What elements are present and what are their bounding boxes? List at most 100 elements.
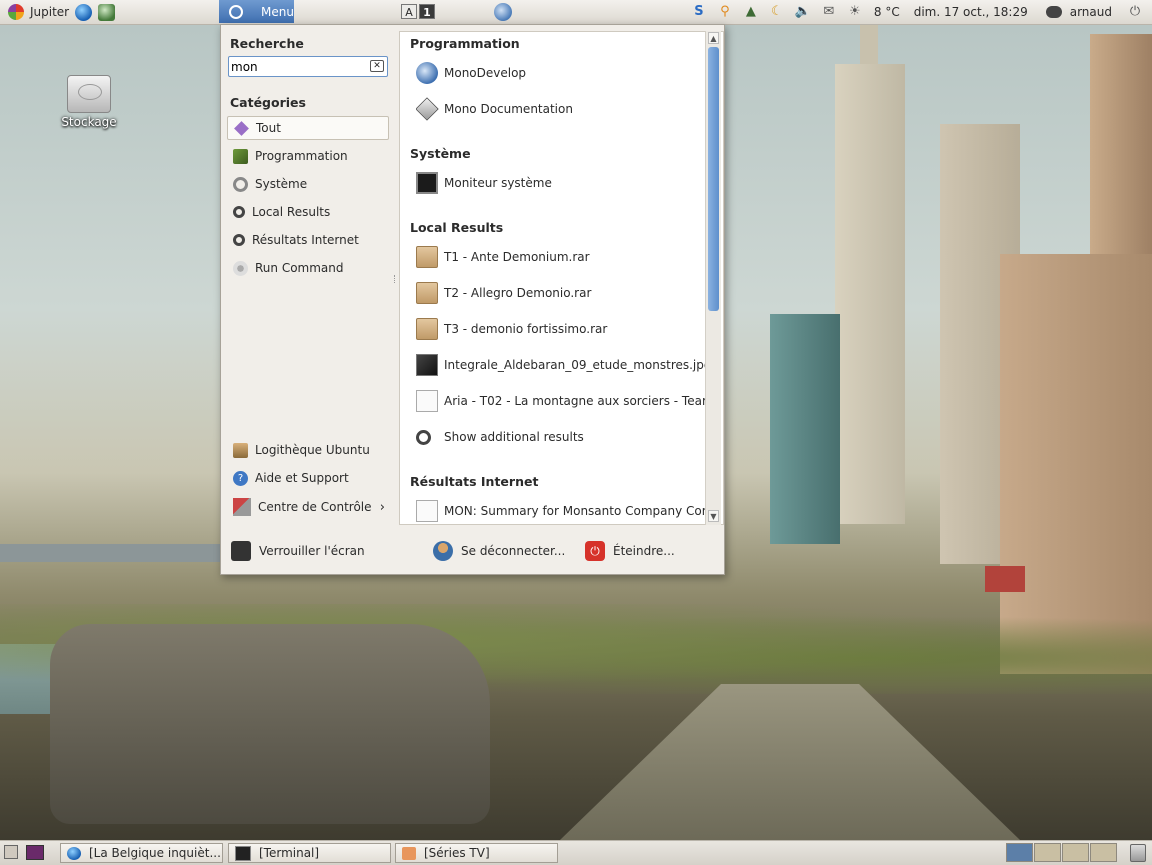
result-system-monitor[interactable]: Moniteur système [416,170,708,196]
session-power-icon[interactable]: ⏻ [1126,3,1144,21]
taskbar-item-folder[interactable]: [Séries TV] [395,843,558,863]
menu-sidebar: Recherche ✕ Catégories Tout Programmatio… [221,25,396,525]
result-label: MON: Summary for Monsanto Company Commo [444,504,708,518]
category-label: Programmation [255,149,348,163]
lock-screen-button[interactable]: Verrouiller l'écran [231,538,365,564]
scroll-up-icon[interactable]: ▲ [708,32,719,44]
web-browser-launcher-icon[interactable] [75,3,93,21]
search-field[interactable]: ✕ [228,56,388,77]
desktop-icon-label: Stockage [61,115,117,129]
pager-workspace[interactable] [1006,843,1033,862]
system-icon [233,176,248,192]
taskbar-item-label: [Terminal] [259,846,320,860]
main-menu-popup: Recherche ✕ Catégories Tout Programmatio… [220,24,725,575]
category-programming[interactable]: Programmation [227,144,389,168]
category-internet-results[interactable]: Résultats Internet [227,228,389,252]
search-title: Recherche [230,36,304,51]
desktop-icon-storage[interactable]: Stockage [58,75,120,129]
main-menu-button[interactable]: Menu [219,0,294,23]
category-system[interactable]: Système [227,172,389,196]
mail-icon[interactable]: ✉ [820,3,838,21]
hard-drive-icon [67,75,111,113]
wallpaper-tower [835,64,905,524]
weather-sun-icon[interactable]: ☀ [846,3,864,21]
category-label: Résultats Internet [252,233,359,247]
category-label: Local Results [252,205,331,219]
search-results-list: Programmation MonoDevelop Mono Documenta… [399,31,724,525]
clear-search-icon[interactable]: ✕ [370,60,384,72]
shutdown-button[interactable]: ⏻ Éteindre... [585,538,675,564]
trash-icon[interactable] [1130,844,1146,862]
result-local-file[interactable]: Aria - T02 - La montagne aux sorciers - … [416,388,708,414]
scroll-down-icon[interactable]: ▼ [708,510,719,522]
run-command-icon [233,260,248,276]
chat-status-icon[interactable] [1045,6,1062,18]
monodevelop-launcher-icon[interactable] [494,3,512,21]
browser-icon [67,846,81,860]
distro-logo-icon[interactable] [8,4,24,20]
workspace-switcher-item[interactable]: A [401,4,417,19]
result-label: T1 - Ante Demonium.rar [444,250,590,264]
moon-tray-icon[interactable]: ☾ [768,3,786,21]
result-local-file[interactable]: Integrale_Aldebaran_09_etude_monstres.jp… [416,352,708,378]
tree-tray-icon[interactable]: ▲ [742,3,760,21]
search-tray-icon[interactable]: ⚲ [716,3,734,21]
web-page-icon [416,500,438,522]
software-center-icon [233,442,248,458]
user-name[interactable]: arnaud [1070,5,1112,19]
wallpaper-glass-building [770,314,840,544]
place-help-support[interactable]: ? Aide et Support [227,466,389,490]
result-mono-documentation[interactable]: Mono Documentation [416,96,708,122]
category-run-command[interactable]: Run Command [227,256,389,280]
results-scrollbar[interactable]: ▲ ▼ [705,31,721,525]
archive-icon [416,246,438,268]
pager-workspace[interactable] [1090,843,1117,862]
taskbar-item-terminal[interactable]: [Terminal] [228,843,391,863]
result-local-file[interactable]: T3 - demonio fortissimo.rar [416,316,708,342]
category-local-results[interactable]: Local Results [227,200,389,224]
category-all[interactable]: Tout [227,116,389,140]
logout-button[interactable]: Se déconnecter... [433,538,565,564]
network-launcher-icon[interactable] [98,3,116,21]
clock[interactable]: dim. 17 oct., 18:29 [914,5,1028,19]
programming-icon [233,148,248,164]
wallpaper-bridge [0,544,225,562]
workspace-name[interactable]: Jupiter [30,5,69,19]
pager-workspace[interactable] [1034,843,1061,862]
weather-temperature[interactable]: 8 °C [874,5,900,19]
category-label: Système [255,177,308,191]
place-control-center[interactable]: Centre de Contrôle › [227,495,389,519]
place-label: Aide et Support [255,471,349,485]
pager-workspace[interactable] [1062,843,1089,862]
show-additional-results[interactable]: Show additional results [416,424,708,450]
results-section-programming: Programmation [410,36,520,51]
update-notifier-icon[interactable]: S [690,3,708,21]
volume-icon[interactable]: 🔈 [794,3,812,21]
show-desktop-icon[interactable] [4,845,18,859]
search-icon [233,206,245,218]
place-software-center[interactable]: Logithèque Ubuntu [227,438,389,462]
place-label: Logithèque Ubuntu [255,443,370,457]
result-internet[interactable]: MON: Summary for Monsanto Company Commo [416,498,708,524]
text-file-icon [416,390,438,412]
system-monitor-icon [416,172,438,194]
taskbar-item-browser[interactable]: [La Belgique inquièt... [60,843,223,863]
app-launcher-icon[interactable] [26,845,44,860]
all-icon [234,120,249,136]
result-monodevelop[interactable]: MonoDevelop [416,60,708,86]
result-local-file[interactable]: T1 - Ante Demonium.rar [416,244,708,270]
wallpaper-wrecked-car [50,624,490,824]
menu-gear-icon [229,4,243,19]
menu-session-actions: Verrouiller l'écran Se déconnecter... ⏻ … [221,536,724,566]
logout-label: Se déconnecter... [461,544,566,558]
pane-resize-handle[interactable] [394,275,398,283]
search-icon [233,234,245,246]
terminal-icon [235,845,251,861]
results-section-system: Système [410,146,471,161]
system-tray: S ⚲ ▲ ☾ 🔈 ✉ ☀ 8 °C dim. 17 oct., 18:29 a… [686,0,1152,24]
result-local-file[interactable]: T2 - Allegro Demonio.rar [416,280,708,306]
search-input[interactable] [229,59,365,74]
workspace-switcher-item[interactable]: 1 [419,4,435,19]
archive-icon [416,318,438,340]
scrollbar-thumb[interactable] [708,47,719,311]
